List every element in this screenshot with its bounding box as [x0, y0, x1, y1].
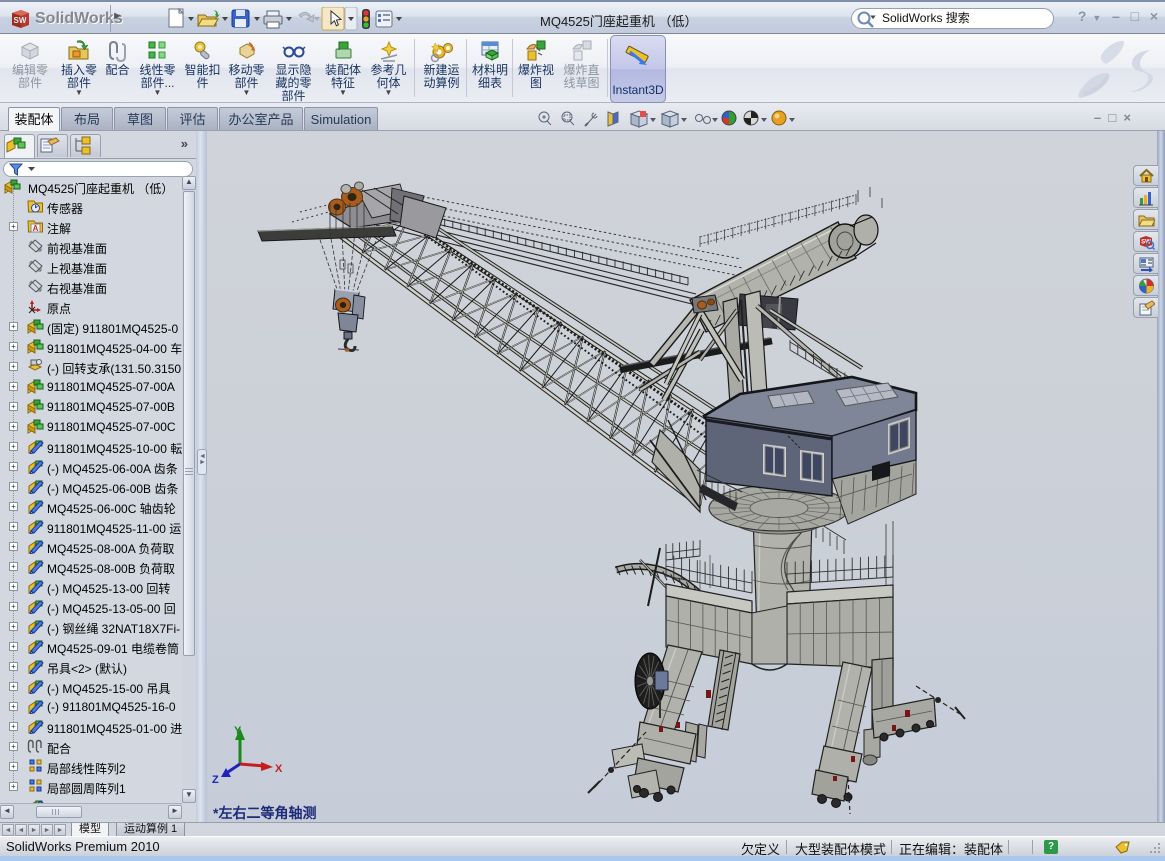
svg-text:SW: SW: [14, 16, 27, 25]
svg-text:Y: Y: [234, 725, 242, 737]
svg-text:Z: Z: [212, 774, 219, 786]
svg-text:X: X: [275, 763, 283, 775]
